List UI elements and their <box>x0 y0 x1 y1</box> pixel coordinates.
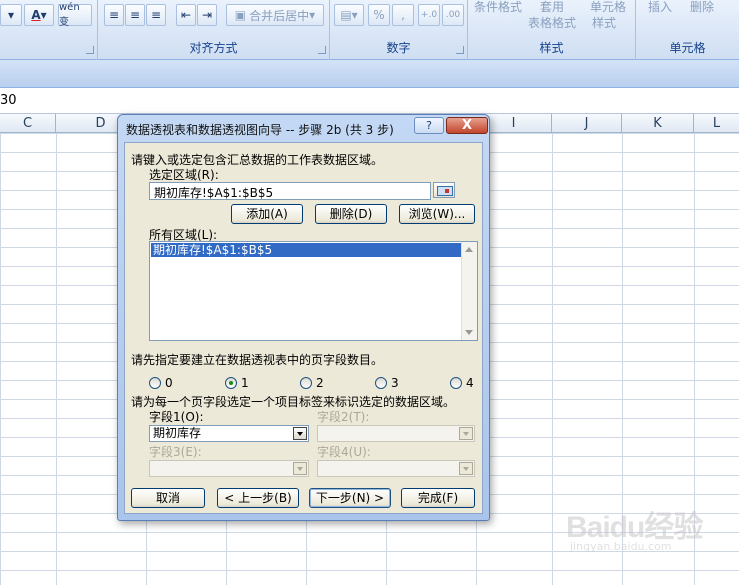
merge-center-button[interactable]: ▣ 合并后居中 ▾ <box>226 4 324 26</box>
grid-line <box>56 133 57 585</box>
merge-center-icon: ▣ <box>234 8 247 22</box>
column-header-j[interactable]: J <box>552 114 622 133</box>
delete-button[interactable]: 删除 <box>690 0 714 15</box>
radio-page-fields-1[interactable]: 1 <box>225 376 249 390</box>
watermark-url: jingyan.baidu.com <box>570 540 672 553</box>
back-button[interactable]: < 上一步(B) <box>217 488 299 508</box>
ribbon-bottom-strip <box>0 60 739 88</box>
grid-line <box>552 133 553 585</box>
field3-label: 字段3(E): <box>149 445 202 459</box>
collapse-dialog-icon[interactable] <box>433 182 455 198</box>
accounting-format-icon[interactable]: ▤▾ <box>334 4 364 26</box>
formula-bar-value: 30 <box>0 93 17 108</box>
conditional-format-button[interactable]: 条件格式 <box>474 0 522 15</box>
decrease-decimal-button[interactable]: .00 <box>442 4 464 26</box>
radio-circle-selected <box>225 377 237 389</box>
font-color-icon: A <box>31 8 41 22</box>
comma-button[interactable]: , <box>392 4 414 26</box>
cell-styles-line1[interactable]: 单元格 <box>590 0 626 15</box>
merge-center-label: 合并后居中 <box>249 8 310 23</box>
align-left-icon[interactable]: ≡ <box>104 4 124 26</box>
next-button[interactable]: 下一步(N) > <box>309 488 391 508</box>
radio-page-fields-2[interactable]: 2 <box>300 376 324 390</box>
radio-label: 3 <box>391 376 399 390</box>
pivot-wizard-dialog: 数据透视表和数据透视图向导 -- 步骤 2b (共 3 步) ? X 请键入或选… <box>117 114 490 521</box>
all-ranges-list[interactable]: 期初库存!$A$1:$B$5 <box>149 241 478 341</box>
field1-value: 期初库存 <box>153 426 202 440</box>
fill-color-button[interactable]: ▾ <box>0 4 22 26</box>
field1-select[interactable]: 期初库存 <box>149 425 309 442</box>
dialog-title: 数据透视表和数据透视图向导 -- 步骤 2b (共 3 步) <box>126 123 394 137</box>
ribbon-group-styles: 条件格式 套用 表格格式 单元格 样式 样式 <box>468 0 636 60</box>
number-group-label: 数字 <box>386 41 411 55</box>
field3-select <box>149 460 309 477</box>
help-button[interactable]: ? <box>414 117 444 134</box>
field1-label: 字段1(O): <box>149 410 204 424</box>
radio-circle <box>300 377 312 389</box>
dialog-body: 请键入或选定包含汇总数据的工作表数据区域。 选定区域(R): 期初库存!$A$1… <box>124 142 483 514</box>
format-as-table-line1[interactable]: 套用 <box>540 0 564 15</box>
cells-group-label: 单元格 <box>669 41 706 55</box>
baidu-watermark: Baidu经验 jingyan.baidu.com <box>566 502 736 572</box>
ribbon-group-number: ▤▾ % , +.0 .00 数字 <box>330 0 468 60</box>
cell-styles-line2[interactable]: 样式 <box>592 14 616 31</box>
radio-circle <box>450 377 462 389</box>
chevron-down-icon <box>293 462 307 475</box>
align-center-icon[interactable]: ≡ <box>125 4 145 26</box>
increase-decimal-button[interactable]: +.0 <box>418 4 440 26</box>
list-item[interactable]: 期初库存!$A$1:$B$5 <box>151 243 461 257</box>
radio-circle <box>375 377 387 389</box>
page-field-prompt: 请先指定要建立在数据透视表中的页字段数目。 <box>131 353 384 367</box>
chevron-down-icon <box>459 462 473 475</box>
alignment-group-label: 对齐方式 <box>189 41 238 55</box>
increase-indent-icon[interactable]: ⇥ <box>197 4 217 26</box>
align-right-icon[interactable]: ≡ <box>146 4 166 26</box>
radio-label: 2 <box>316 376 324 390</box>
font-launcher-icon[interactable] <box>86 46 94 54</box>
list-scrollbar[interactable] <box>461 242 477 340</box>
field4-select <box>317 460 475 477</box>
delete-button[interactable]: 删除(D) <box>315 204 387 224</box>
close-button[interactable]: X <box>446 117 488 134</box>
styles-group-label: 样式 <box>539 41 564 55</box>
alignment-launcher-icon[interactable] <box>318 46 326 54</box>
column-header-c[interactable]: C <box>0 114 56 133</box>
ribbon-group-alignment: ≡ ≡ ≡ ⇤ ⇥ ▣ 合并后居中 ▾ 对齐方式 <box>98 0 330 60</box>
ribbon-group-cells: 插入 删除 单元格 <box>636 0 739 60</box>
field2-select <box>317 425 475 442</box>
cancel-button[interactable]: 取消 <box>131 488 205 508</box>
browse-button[interactable]: 浏览(W)... <box>399 204 475 224</box>
format-as-table-line2[interactable]: 表格格式 <box>528 14 576 31</box>
phonetic-button[interactable]: wén 变 <box>58 2 92 28</box>
radio-page-fields-0[interactable]: 0 <box>149 376 173 390</box>
column-header-l[interactable]: L <box>694 114 739 133</box>
radio-circle <box>149 377 161 389</box>
range-label: 选定区域(R): <box>149 168 219 182</box>
range-input[interactable]: 期初库存!$A$1:$B$5 <box>149 182 431 200</box>
radio-label: 1 <box>241 376 249 390</box>
scroll-down-icon[interactable] <box>465 330 473 335</box>
decrease-indent-icon[interactable]: ⇤ <box>176 4 196 26</box>
scroll-up-icon[interactable] <box>465 247 473 252</box>
radio-page-fields-3[interactable]: 3 <box>375 376 399 390</box>
ribbon-group-font: ▾ A ▾ wén 变 <box>0 0 98 60</box>
chevron-down-icon <box>459 427 473 440</box>
number-launcher-icon[interactable] <box>456 46 464 54</box>
field2-label: 字段2(T): <box>317 410 370 424</box>
insert-button[interactable]: 插入 <box>648 0 672 15</box>
radio-label: 4 <box>466 376 474 390</box>
formula-bar[interactable]: 30 <box>0 88 739 114</box>
font-color-button[interactable]: A ▾ <box>24 4 54 26</box>
finish-button[interactable]: 完成(F) <box>401 488 475 508</box>
add-button[interactable]: 添加(A) <box>231 204 303 224</box>
radio-label: 0 <box>165 376 173 390</box>
percent-button[interactable]: % <box>368 4 390 26</box>
ribbon: ▾ A ▾ wén 变 ≡ ≡ ≡ ⇤ ⇥ ▣ 合并后居中 ▾ 对齐方式 ▤▾ % … <box>0 0 739 60</box>
field4-label: 字段4(U): <box>317 445 371 459</box>
radio-page-fields-4[interactable]: 4 <box>450 376 474 390</box>
chevron-down-icon[interactable] <box>293 427 307 440</box>
column-header-k[interactable]: K <box>622 114 694 133</box>
